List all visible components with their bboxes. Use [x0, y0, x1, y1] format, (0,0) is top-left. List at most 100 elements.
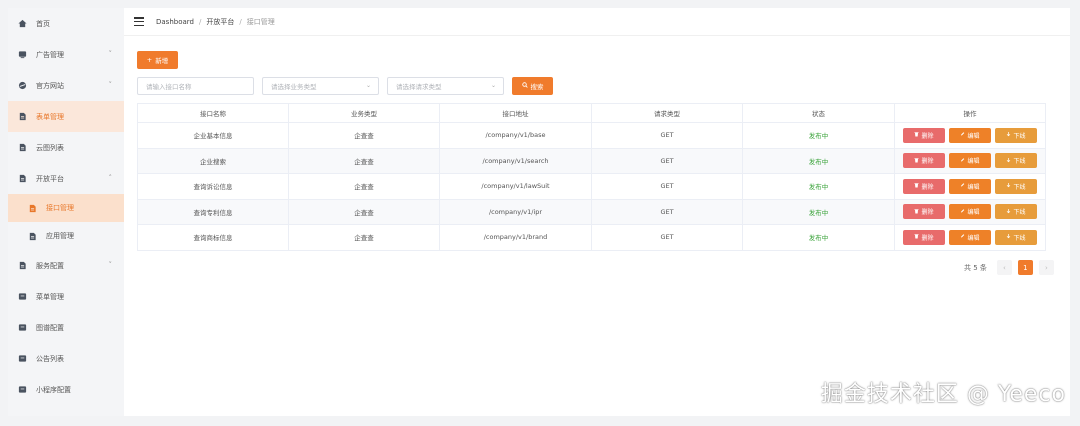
breadcrumb-separator: /: [239, 17, 242, 26]
search-button[interactable]: 搜索: [512, 77, 553, 95]
edit-button-label: 编辑: [967, 209, 980, 217]
cell-status: 发布中: [742, 173, 895, 200]
sidebar-item-service-config[interactable]: 服务配置 ˅: [8, 250, 124, 281]
offline-button-label: 下线: [1013, 209, 1026, 217]
api-name-input[interactable]: 请输入接口名称: [137, 77, 254, 95]
sidebar-item-label: 首页: [36, 19, 50, 28]
cell-status: 发布中: [742, 224, 895, 251]
cell-method: GET: [591, 147, 743, 174]
row-actions: 删除 编辑 下线: [895, 127, 1045, 143]
edit-button-label: 编辑: [967, 158, 980, 166]
sidebar-item-website[interactable]: 官方网站 ˅: [8, 70, 124, 101]
cell-url: /company/v1/base: [439, 122, 592, 149]
sidebar-item-open-platform[interactable]: 开放平台 ˄: [8, 163, 124, 194]
doc-icon: [28, 232, 37, 241]
breadcrumb-item-dashboard[interactable]: Dashboard: [156, 18, 194, 26]
offline-button-label: 下线: [1013, 132, 1026, 140]
edit-button-label: 编辑: [967, 183, 980, 191]
sidebar-item-home[interactable]: 首页: [8, 8, 124, 39]
breadcrumb-item-current: 接口管理: [246, 17, 275, 26]
offline-button[interactable]: 下线: [995, 229, 1037, 245]
sidebar-item-label: 云图列表: [36, 143, 64, 152]
sidebar-item-label: 公告列表: [36, 354, 64, 363]
prev-page-button[interactable]: ‹: [996, 260, 1012, 275]
breadcrumb-item-open-platform[interactable]: 开放平台: [206, 17, 234, 27]
sidebar-item-api-management[interactable]: 接口管理: [8, 194, 124, 222]
api-table: 接口名称 业务类型 接口地址 请求类型 状态 操作 企业基本信息 企查查/comp…: [137, 103, 1046, 251]
main-content: Dashboard / 开放平台 / 接口管理 + 新增 请输入接口名称 请选择…: [124, 8, 1070, 416]
column-header-business-type: 业务类型: [288, 103, 440, 123]
offline-button[interactable]: 下线: [995, 127, 1037, 143]
add-button[interactable]: + 新增: [137, 51, 178, 69]
sidebar-item-ads[interactable]: 广告管理 ˅: [8, 39, 124, 70]
cell-method: GET: [591, 122, 743, 149]
sidebar-item-cloud-images[interactable]: 云图列表: [8, 132, 124, 163]
cell-url: /company/v1/lawSuit: [439, 173, 592, 200]
edit-button[interactable]: 编辑: [949, 204, 991, 220]
offline-button[interactable]: 下线: [995, 153, 1037, 169]
cell-status: 发布中: [742, 147, 895, 174]
row-actions: 删除 编辑 下线: [895, 153, 1045, 169]
table-row: 查询诉讼信息 企查查/company/v1/lawSuit GET 发布中 删除 编辑 下线: [137, 173, 1046, 200]
doc-icon: [28, 204, 37, 213]
edit-button[interactable]: 编辑: [949, 229, 991, 245]
delete-button[interactable]: 删除: [903, 178, 945, 194]
next-page-button[interactable]: ›: [1038, 260, 1054, 275]
breadcrumb-separator: /: [198, 17, 202, 26]
cell-url: /company/v1/ipr: [439, 198, 592, 225]
image-icon: [18, 143, 27, 152]
sidebar-item-label: 菜单管理: [36, 292, 64, 301]
business-type-placeholder: 请选择业务类型: [271, 83, 317, 91]
sidebar-item-miniprogram-config[interactable]: 小程序配置: [8, 374, 124, 405]
business-type-select[interactable]: 请选择业务类型 ⌄: [262, 77, 379, 95]
delete-button[interactable]: 删除: [903, 153, 945, 169]
cell-business-type: 企查查: [288, 198, 440, 225]
filter-bar: 请输入接口名称 请选择业务类型 ⌄ 请选择请求类型 ⌄ 搜索: [137, 77, 553, 95]
sidebar-item-forms[interactable]: 表单管理: [8, 101, 124, 132]
cell-url: /company/v1/brand: [439, 224, 592, 251]
edit-button[interactable]: 编辑: [949, 178, 991, 194]
row-actions: 删除 编辑 下线: [895, 229, 1045, 245]
arrow-down-icon: [1006, 182, 1011, 190]
home-icon: [18, 19, 27, 28]
delete-button-label: 删除: [921, 209, 934, 217]
sidebar-item-label: 图谱配置: [36, 323, 64, 332]
sidebar-item-graph-config[interactable]: 图谱配置: [8, 312, 124, 343]
offline-button[interactable]: 下线: [995, 178, 1037, 194]
sidebar-item-app-management[interactable]: 应用管理: [8, 222, 124, 250]
hamburger-menu-icon[interactable]: [134, 17, 144, 26]
pencil-icon: [960, 131, 965, 139]
sidebar-item-label: 接口管理: [46, 204, 74, 212]
page-number-current[interactable]: 1: [1017, 260, 1033, 275]
cell-name: 查询商标信息: [137, 224, 289, 251]
delete-button-label: 删除: [921, 234, 934, 242]
request-type-select[interactable]: 请选择请求类型 ⌄: [387, 77, 504, 95]
edit-button[interactable]: 编辑: [949, 153, 991, 169]
delete-button[interactable]: 删除: [903, 204, 945, 220]
column-header-name: 接口名称: [137, 103, 289, 123]
cell-actions: 删除 编辑 下线: [894, 198, 1046, 225]
table-row: 企业基本信息 企查查/company/v1/base GET 发布中 删除 编辑 下线: [137, 122, 1046, 149]
table-row: 查询商标信息 企查查/company/v1/brand GET 发布中 删除 编辑 下线: [137, 224, 1046, 251]
ad-icon: [18, 50, 27, 59]
pencil-icon: [960, 182, 965, 190]
sidebar-item-notices[interactable]: 公告列表: [8, 343, 124, 374]
edit-button[interactable]: 编辑: [949, 127, 991, 143]
delete-button-label: 删除: [921, 183, 934, 191]
sidebar-item-label: 广告管理: [36, 50, 64, 59]
delete-button[interactable]: 删除: [903, 127, 945, 143]
cell-actions: 删除 编辑 下线: [894, 224, 1046, 251]
offline-button-label: 下线: [1013, 183, 1026, 191]
offline-button[interactable]: 下线: [995, 204, 1037, 220]
cell-actions: 删除 编辑 下线: [894, 147, 1046, 174]
column-header-url: 接口地址: [439, 103, 592, 123]
doc-icon: [18, 174, 27, 183]
row-actions: 删除 编辑 下线: [895, 204, 1045, 220]
sidebar-item-menu-management[interactable]: 菜单管理: [8, 281, 124, 312]
offline-button-label: 下线: [1013, 234, 1026, 242]
menu-icon: [18, 292, 27, 301]
edit-button-label: 编辑: [967, 234, 980, 242]
delete-button[interactable]: 删除: [903, 229, 945, 245]
chevron-down-icon: ⌄: [365, 82, 371, 89]
add-button-label: 新增: [155, 57, 169, 65]
